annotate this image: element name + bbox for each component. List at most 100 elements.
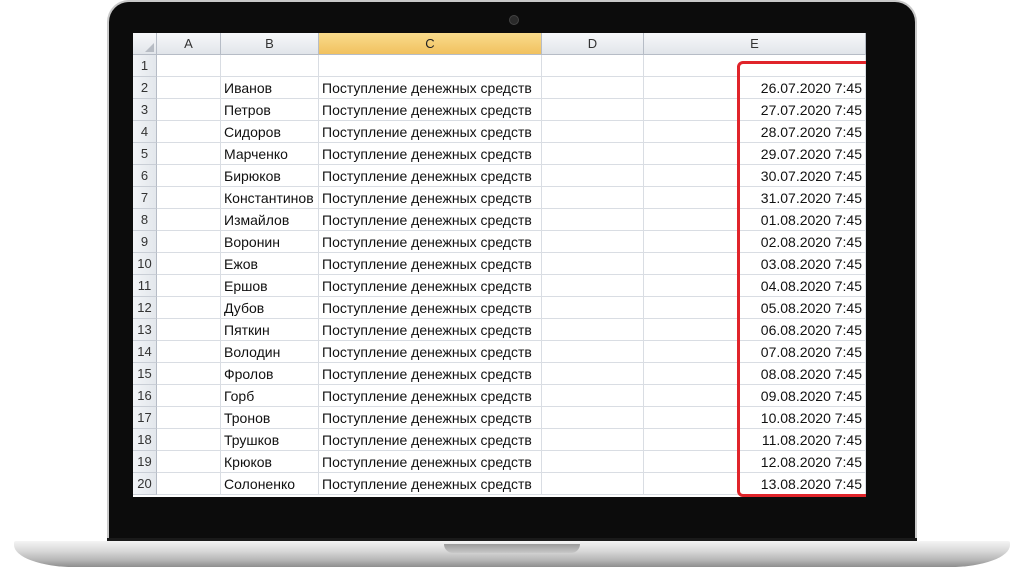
cell-c[interactable]: Поступление денежных средств xyxy=(319,143,542,165)
cell-d[interactable] xyxy=(542,297,644,319)
row-header[interactable]: 5 xyxy=(133,143,157,165)
cell-d[interactable] xyxy=(542,143,644,165)
cell-c[interactable]: Поступление денежных средств xyxy=(319,297,542,319)
cell-b[interactable]: Володин xyxy=(221,341,319,363)
cell-c[interactable]: Поступление денежных средств xyxy=(319,165,542,187)
cell-d[interactable] xyxy=(542,429,644,451)
row-header[interactable]: 4 xyxy=(133,121,157,143)
cell-e[interactable]: 06.08.2020 7:45 xyxy=(644,319,866,341)
column-header-b[interactable]: B xyxy=(221,33,319,55)
cell-e[interactable]: 27.07.2020 7:45 xyxy=(644,99,866,121)
row-header[interactable]: 6 xyxy=(133,165,157,187)
cell-d[interactable] xyxy=(542,187,644,209)
cell-e[interactable]: 12.08.2020 7:45 xyxy=(644,451,866,473)
cell-b[interactable]: Иванов xyxy=(221,77,319,99)
cell-a[interactable] xyxy=(157,121,221,143)
cell-b[interactable]: Измайлов xyxy=(221,209,319,231)
cell-d[interactable] xyxy=(542,473,644,495)
cell-a[interactable] xyxy=(157,209,221,231)
cell-a[interactable] xyxy=(157,429,221,451)
cell-a[interactable] xyxy=(157,319,221,341)
cell-a[interactable] xyxy=(157,363,221,385)
cell-e[interactable]: 30.07.2020 7:45 xyxy=(644,165,866,187)
cell-a[interactable] xyxy=(157,143,221,165)
cell-a[interactable] xyxy=(157,77,221,99)
cell-e[interactable]: 02.08.2020 7:45 xyxy=(644,231,866,253)
cell-c[interactable]: Поступление денежных средств xyxy=(319,275,542,297)
cell-e[interactable]: 31.07.2020 7:45 xyxy=(644,187,866,209)
cell-d[interactable] xyxy=(542,55,644,77)
cell-c[interactable]: Поступление денежных средств xyxy=(319,77,542,99)
cell-b[interactable]: Бирюков xyxy=(221,165,319,187)
cell-b[interactable]: Фролов xyxy=(221,363,319,385)
cell-d[interactable] xyxy=(542,165,644,187)
cell-a[interactable] xyxy=(157,275,221,297)
cell-a[interactable] xyxy=(157,297,221,319)
cell-c[interactable]: Поступление денежных средств xyxy=(319,187,542,209)
cell-e[interactable]: 01.08.2020 7:45 xyxy=(644,209,866,231)
cell-c[interactable]: Поступление денежных средств xyxy=(319,429,542,451)
cell-b[interactable]: Дубов xyxy=(221,297,319,319)
cell-b[interactable]: Крюков xyxy=(221,451,319,473)
cell-e[interactable]: 07.08.2020 7:45 xyxy=(644,341,866,363)
cell-d[interactable] xyxy=(542,407,644,429)
cell-d[interactable] xyxy=(542,209,644,231)
cell-b[interactable]: Ежов xyxy=(221,253,319,275)
cell-a[interactable] xyxy=(157,187,221,209)
row-header[interactable]: 18 xyxy=(133,429,157,451)
cell-e[interactable]: 03.08.2020 7:45 xyxy=(644,253,866,275)
cell-c[interactable]: Поступление денежных средств xyxy=(319,451,542,473)
row-header[interactable]: 14 xyxy=(133,341,157,363)
cell-a[interactable] xyxy=(157,231,221,253)
cell-e[interactable] xyxy=(644,55,866,77)
cell-e[interactable]: 13.08.2020 7:45 xyxy=(644,473,866,495)
cell-c[interactable]: Поступление денежных средств xyxy=(319,121,542,143)
column-header-d[interactable]: D xyxy=(542,33,644,55)
cell-b[interactable]: Горб xyxy=(221,385,319,407)
cell-a[interactable] xyxy=(157,253,221,275)
cell-d[interactable] xyxy=(542,319,644,341)
cell-c[interactable]: Поступление денежных средств xyxy=(319,385,542,407)
row-header[interactable]: 19 xyxy=(133,451,157,473)
cell-c[interactable]: Поступление денежных средств xyxy=(319,253,542,275)
cell-b[interactable]: Петров xyxy=(221,99,319,121)
cell-b[interactable]: Константинов xyxy=(221,187,319,209)
cell-b[interactable]: Марченко xyxy=(221,143,319,165)
cell-d[interactable] xyxy=(542,451,644,473)
cell-d[interactable] xyxy=(542,385,644,407)
row-header[interactable]: 7 xyxy=(133,187,157,209)
cell-c[interactable]: Поступление денежных средств xyxy=(319,231,542,253)
cell-a[interactable] xyxy=(157,341,221,363)
row-header[interactable]: 10 xyxy=(133,253,157,275)
row-header[interactable]: 17 xyxy=(133,407,157,429)
row-header[interactable]: 20 xyxy=(133,473,157,495)
cell-c[interactable]: Поступление денежных средств xyxy=(319,341,542,363)
cell-d[interactable] xyxy=(542,363,644,385)
row-header[interactable]: 3 xyxy=(133,99,157,121)
row-header[interactable]: 11 xyxy=(133,275,157,297)
select-all-button[interactable] xyxy=(133,33,157,55)
cell-c[interactable]: Поступление денежных средств xyxy=(319,209,542,231)
cell-c[interactable]: Поступление денежных средств xyxy=(319,363,542,385)
column-header-a[interactable]: A xyxy=(157,33,221,55)
cell-b[interactable]: Тронов xyxy=(221,407,319,429)
cell-a[interactable] xyxy=(157,55,221,77)
row-header[interactable]: 12 xyxy=(133,297,157,319)
column-header-c[interactable]: C xyxy=(319,33,542,55)
cell-c[interactable]: Поступление денежных средств xyxy=(319,473,542,495)
cell-c[interactable]: Поступление денежных средств xyxy=(319,319,542,341)
cell-c[interactable]: Поступление денежных средств xyxy=(319,407,542,429)
cell-d[interactable] xyxy=(542,99,644,121)
cell-e[interactable]: 05.08.2020 7:45 xyxy=(644,297,866,319)
cell-e[interactable]: 28.07.2020 7:45 xyxy=(644,121,866,143)
cell-d[interactable] xyxy=(542,253,644,275)
cell-c[interactable]: Поступление денежных средств xyxy=(319,99,542,121)
column-header-e[interactable]: E xyxy=(644,33,866,55)
cell-d[interactable] xyxy=(542,121,644,143)
cell-a[interactable] xyxy=(157,165,221,187)
cell-a[interactable] xyxy=(157,407,221,429)
cell-b[interactable] xyxy=(221,55,319,77)
cell-b[interactable]: Ершов xyxy=(221,275,319,297)
row-header[interactable]: 9 xyxy=(133,231,157,253)
cell-b[interactable]: Сидоров xyxy=(221,121,319,143)
